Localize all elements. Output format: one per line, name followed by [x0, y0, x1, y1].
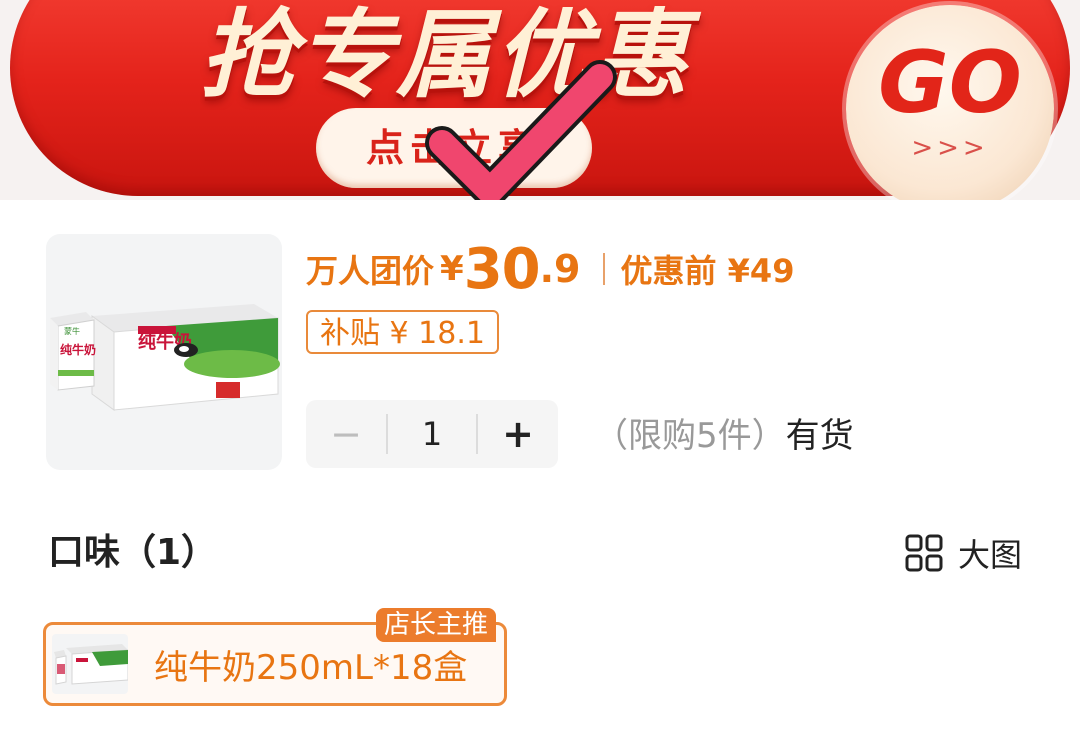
- flavor-section-title: 口味（1）: [48, 532, 218, 573]
- option-label: 纯牛奶250mL*18盒: [154, 647, 468, 688]
- decrease-button[interactable]: −: [306, 400, 386, 468]
- checkmark-icon: [425, 60, 617, 200]
- purchase-limit: （限购5件）: [594, 416, 786, 456]
- go-label: GO: [878, 33, 1022, 133]
- carton-brand: 蒙牛: [64, 326, 80, 336]
- currency-symbol: ¥: [440, 249, 464, 289]
- quantity-stepper: − 1 +: [306, 400, 558, 468]
- option-thumbnail: [52, 634, 128, 694]
- quantity-value[interactable]: 1: [388, 415, 476, 453]
- promo-banner[interactable]: 抢专属优惠 点击立享 GO >>>: [0, 0, 1080, 200]
- price-integer: 30: [463, 236, 541, 302]
- big-view-label: 大图: [958, 536, 1023, 574]
- recommend-badge: 店长主推: [376, 608, 497, 642]
- grid-icon: [905, 534, 943, 572]
- go-arrows: >>>: [911, 133, 989, 163]
- big-view-toggle[interactable]: 大图: [904, 528, 1022, 578]
- carton-label: 纯牛奶: [60, 342, 96, 357]
- subsidy-badge: 补贴 ¥ 18.1: [306, 310, 499, 354]
- product-image[interactable]: 纯牛奶 蒙牛 纯牛奶: [46, 234, 282, 470]
- price-divider: [602, 253, 605, 285]
- price-decimal: .9: [539, 247, 581, 291]
- go-button[interactable]: GO >>>: [846, 5, 1054, 200]
- stock-info: （限购5件）有货: [594, 410, 854, 462]
- stock-status: 有货: [785, 416, 854, 456]
- price-row: 万人团价 ¥ 30 .9 优惠前 ¥49: [306, 234, 794, 304]
- original-price: 优惠前 ¥49: [620, 252, 795, 290]
- milk-box-illustration: 纯牛奶 蒙牛 纯牛奶: [50, 304, 280, 411]
- milk-box-thumbnail: [54, 644, 128, 685]
- increase-button[interactable]: +: [478, 400, 558, 468]
- group-price-label: 万人团价: [306, 252, 435, 290]
